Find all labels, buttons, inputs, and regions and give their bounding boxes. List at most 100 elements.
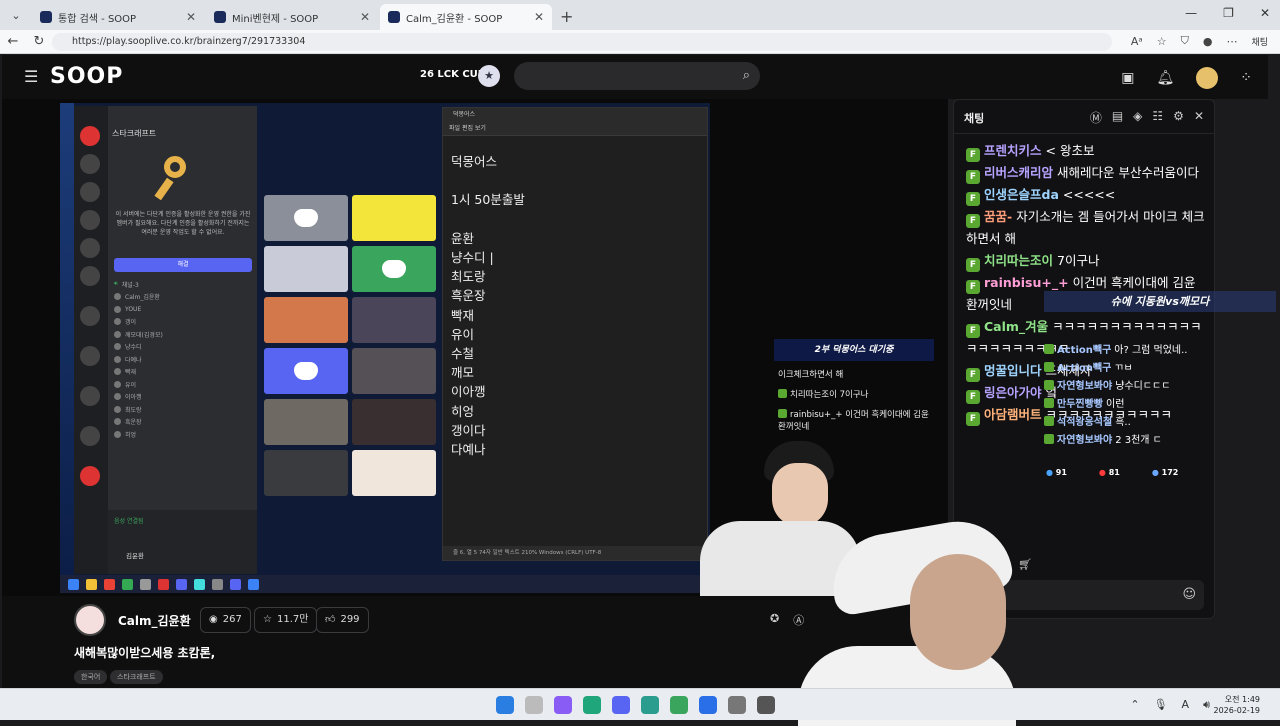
back-icon[interactable]: ← bbox=[0, 34, 26, 49]
new-tab-icon[interactable]: + bbox=[560, 7, 573, 26]
clock[interactable]: 오전 1:49 2026-02-19 bbox=[1214, 694, 1261, 716]
discord-icon[interactable] bbox=[612, 696, 630, 714]
app-icon[interactable] bbox=[757, 696, 775, 714]
channel-avatar[interactable] bbox=[74, 604, 106, 636]
m-badge-icon[interactable]: Ⓜ bbox=[1090, 109, 1102, 126]
cart-icon[interactable]: 🛒︎ bbox=[1018, 558, 1032, 571]
video-player[interactable]: 스타크래프트 이 서버에는 다단계 인증을 활성화한 운영 권한을 가진 멤버가… bbox=[2, 99, 948, 596]
chat-username[interactable]: 멍꿀입니다 bbox=[984, 363, 1042, 378]
start-icon[interactable] bbox=[496, 696, 514, 714]
chat-username[interactable]: 링은아가야 bbox=[984, 385, 1042, 400]
read-aloud-icon[interactable]: Aᵃ bbox=[1131, 35, 1143, 48]
soop-logo[interactable]: SOOP bbox=[50, 64, 123, 89]
reload-icon[interactable]: ↻ bbox=[26, 34, 52, 49]
copilot-icon[interactable] bbox=[554, 696, 572, 714]
gear-icon[interactable]: ⚙ bbox=[1173, 109, 1184, 126]
browser-tab-2[interactable]: Mini벤현제 - SOOP ✕ bbox=[206, 4, 378, 30]
server-icon bbox=[80, 182, 100, 202]
soop-favicon-icon bbox=[40, 11, 52, 23]
search-icon[interactable] bbox=[525, 696, 543, 714]
mic-icon[interactable]: 🎙︎ bbox=[1154, 698, 1168, 712]
stat-value: ● 91 bbox=[1046, 468, 1067, 477]
video-tile bbox=[264, 348, 348, 394]
server-icon bbox=[80, 306, 100, 326]
favorite-button[interactable]: ☆ 11.7만 bbox=[254, 607, 318, 633]
server-icon bbox=[80, 238, 100, 258]
video-tile bbox=[352, 450, 436, 496]
header-actions: ▣ 🔔︎ ⁘ bbox=[1121, 67, 1252, 89]
tab-title: 통합 검색 - SOOP bbox=[58, 13, 137, 25]
fan-badge-icon: F bbox=[966, 214, 980, 228]
chat-username[interactable]: 꿈꿈- bbox=[984, 209, 1012, 224]
more-icon[interactable]: ⋯ bbox=[1226, 35, 1237, 48]
ime-icon[interactable]: A bbox=[1182, 698, 1190, 712]
minimize-icon[interactable]: — bbox=[1185, 6, 1197, 20]
list-item: Action빽구 ㄲㅂ bbox=[1044, 360, 1234, 378]
emoji-icon[interactable]: ☺ bbox=[1182, 587, 1196, 602]
discord-resolve-button: 해결 bbox=[114, 258, 252, 272]
fan-badge-icon: F bbox=[966, 258, 980, 272]
tag-category[interactable]: 스타크래프트 bbox=[110, 670, 163, 684]
url-field[interactable]: https://play.sooplive.co.kr/brainzerg7/2… bbox=[52, 33, 1112, 51]
speaker-icon[interactable]: 🔊︎ bbox=[1203, 698, 1210, 712]
thumbs-up-icon: 👍︎ bbox=[325, 614, 336, 625]
chat-username[interactable]: 프렌치키스 bbox=[984, 143, 1042, 158]
profile-icon[interactable]: ● bbox=[1203, 35, 1213, 48]
tab-actions-icon[interactable]: ⌄ bbox=[4, 3, 28, 27]
close-icon[interactable]: ✕ bbox=[1194, 109, 1204, 126]
like-button[interactable]: 👍︎ 299 bbox=[316, 607, 369, 633]
viewer-count-badge[interactable]: ◉ 267 bbox=[200, 607, 251, 633]
broadcast-icon[interactable]: ▣ bbox=[1121, 70, 1134, 86]
browser-tab-3[interactable]: Calm_김윤환 - SOOP ✕ bbox=[380, 4, 552, 30]
users-icon[interactable]: ☷ bbox=[1152, 109, 1163, 126]
server-icon bbox=[80, 154, 100, 174]
chat-username[interactable]: 아담램버트 bbox=[984, 407, 1042, 422]
server-icon bbox=[80, 426, 100, 446]
favorite-star-icon[interactable]: ☆ bbox=[1157, 35, 1167, 48]
user-avatar[interactable] bbox=[1196, 67, 1219, 89]
tab-title: Mini벤현제 - SOOP bbox=[232, 13, 319, 25]
app-icon[interactable] bbox=[670, 696, 688, 714]
notification-bell-icon[interactable]: 🔔︎ bbox=[1156, 70, 1174, 86]
tag-icon[interactable]: ◈ bbox=[1133, 109, 1142, 126]
stream-title: 새해복많이받으세용 초캄론, bbox=[74, 646, 216, 660]
close-tab-icon[interactable]: ✕ bbox=[534, 10, 544, 24]
key-icon bbox=[154, 156, 200, 202]
close-window-icon[interactable]: ✕ bbox=[1260, 6, 1270, 20]
fan-badge-icon: F bbox=[966, 412, 980, 426]
clip-icon[interactable]: ▤ bbox=[1112, 109, 1123, 126]
list-item: 🔊︎ 채널-3 bbox=[114, 280, 139, 289]
app-icon[interactable] bbox=[699, 696, 717, 714]
close-tab-icon[interactable]: ✕ bbox=[360, 10, 370, 24]
lck-emblem-icon[interactable]: ★ bbox=[478, 65, 500, 87]
restore-icon[interactable]: ❐ bbox=[1223, 6, 1234, 20]
chat-username[interactable]: 인생은슬프da bbox=[984, 187, 1059, 202]
lck-cup-link[interactable]: 26 LCK CUP bbox=[420, 69, 485, 80]
chat-username[interactable]: rainbisu+_+ bbox=[984, 275, 1069, 290]
server-icon bbox=[80, 210, 100, 230]
list-item: 이아깽 bbox=[114, 391, 254, 404]
video-tile bbox=[352, 399, 436, 445]
channel-name[interactable]: Calm_김윤환 bbox=[118, 612, 191, 629]
gift-icon[interactable]: ✪ bbox=[770, 612, 779, 628]
menu-icon[interactable]: ☰ bbox=[24, 67, 38, 86]
chat-username[interactable]: 리버스캐리암 bbox=[984, 165, 1053, 180]
chat-username[interactable]: Calm_겨울 bbox=[984, 319, 1048, 334]
search-input[interactable]: ⌕ bbox=[514, 62, 760, 90]
fan-badge-icon: F bbox=[966, 148, 980, 162]
browser-tab-1[interactable]: 통합 검색 - SOOP ✕ bbox=[32, 4, 204, 30]
favorites-icon[interactable]: ⛉ bbox=[1181, 34, 1189, 48]
app-icon[interactable] bbox=[641, 696, 659, 714]
chat-message: F 리버스캐리암 새해레다운 부산수러움이다 bbox=[966, 162, 1206, 184]
chat-username[interactable]: 치리따는조이 bbox=[984, 253, 1053, 268]
edge-icon[interactable] bbox=[583, 696, 601, 714]
close-tab-icon[interactable]: ✕ bbox=[186, 10, 196, 24]
tag-language[interactable]: 한국어 bbox=[74, 670, 108, 684]
copilot-chat-button[interactable]: 채팅 bbox=[1251, 35, 1268, 48]
search-icon[interactable]: ⌕ bbox=[743, 68, 750, 83]
app-icon[interactable] bbox=[728, 696, 746, 714]
discord-mfa-notice: 이 서버에는 다단계 인증을 활성화한 운영 권한을 가진 멤버가 필요해요. … bbox=[115, 211, 251, 236]
apps-grid-icon[interactable]: ⁘ bbox=[1240, 70, 1252, 86]
chevron-up-icon[interactable]: ⌃ bbox=[1130, 698, 1139, 712]
taskbar-apps bbox=[496, 696, 775, 714]
